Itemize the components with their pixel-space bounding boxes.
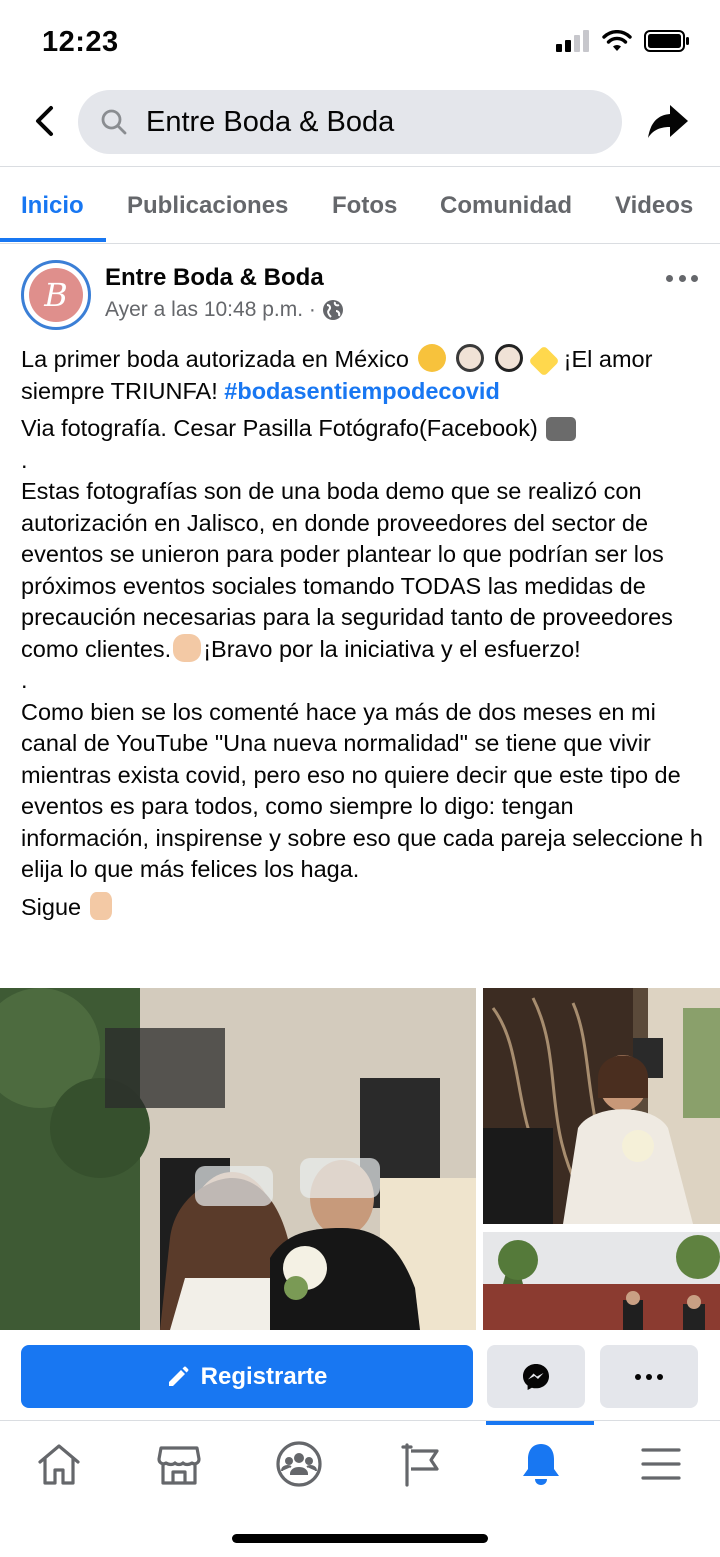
avatar[interactable]: B (21, 260, 91, 330)
register-label: Registrarte (200, 1362, 328, 1390)
tab-comunidad[interactable]: Comunidad (440, 192, 572, 220)
dot (666, 274, 673, 282)
bottom-navigation (0, 1420, 720, 1505)
garden-wall-photo (483, 1232, 720, 1330)
nav-menu[interactable] (636, 1439, 686, 1489)
heart-eyes-emoji-icon (417, 344, 446, 372)
search-query: Entre Boda & Boda (146, 105, 395, 138)
groups-icon (276, 1441, 322, 1487)
dot (646, 1373, 652, 1380)
cellular-signal-icon (556, 30, 589, 52)
dot (635, 1373, 641, 1380)
hashtag-link[interactable]: #bodasentiempodecovid (224, 378, 500, 404)
dot (657, 1373, 663, 1380)
search-input[interactable]: Entre Boda & Boda (78, 90, 622, 154)
share-arrow-icon (648, 105, 688, 138)
post-credit: Via fotografía. Cesar Pasilla Fotógrafo(… (21, 413, 703, 445)
post-paragraph-1: Estas fotografías son de una boda demo q… (21, 476, 703, 665)
post-options-button[interactable] (666, 268, 698, 288)
nav-groups[interactable] (274, 1439, 324, 1489)
credit-text: Via fotografía. Cesar Pasilla Fotógrafo(… (21, 415, 538, 441)
header-divider (0, 166, 720, 167)
tab-publicaciones[interactable]: Publicaciones (127, 192, 288, 220)
share-button[interactable] (644, 100, 692, 144)
tab-inicio[interactable]: Inicio (21, 192, 84, 220)
status-icons (556, 30, 690, 52)
intro-text: La primer boda autorizada en México (21, 346, 409, 372)
follow-text: Sigue (21, 893, 82, 920)
page-tabs: Inicio Publicaciones Fotos Comunidad Vid… (0, 168, 720, 244)
avatar-letter: B (44, 276, 68, 314)
active-tab-indicator (0, 238, 106, 242)
post-photo-tertiary[interactable] (483, 1232, 720, 1330)
paragraph-1-text: Estas fotografías son de una boda demo q… (21, 478, 673, 662)
search-icon (101, 109, 127, 135)
nav-notifications[interactable] (516, 1439, 566, 1489)
post-photo-secondary[interactable] (483, 988, 720, 1224)
messenger-icon (523, 1363, 549, 1390)
tab-fotos[interactable]: Fotos (332, 192, 397, 220)
sparkle-star-emoji-icon (528, 345, 560, 377)
tab-videos[interactable]: Videos (615, 192, 693, 220)
status-time: 12:23 (42, 26, 119, 58)
post-follow: Sigue (21, 891, 703, 924)
pointing-down-emoji-icon (89, 891, 112, 920)
notifications-bell-icon (523, 1444, 559, 1485)
globe-icon (322, 300, 343, 320)
page-action-bar: Registrarte (0, 1330, 720, 1420)
dot (691, 274, 698, 282)
pencil-icon (168, 1366, 189, 1386)
battery-icon (644, 30, 689, 52)
more-options-button[interactable] (600, 1345, 698, 1408)
home-icon (38, 1444, 80, 1485)
nav-marketplace[interactable] (154, 1439, 204, 1489)
bride-doorway-photo (483, 988, 720, 1224)
camera-flash-emoji-icon (546, 417, 577, 441)
tabs-divider (0, 243, 720, 244)
marketplace-icon (157, 1446, 201, 1485)
dot (678, 274, 686, 282)
wedding-couple-photo (0, 988, 476, 1330)
nav-pages[interactable] (396, 1439, 446, 1489)
post-separator: . (21, 667, 28, 693)
post-meta: Ayer a las 10:48 p.m. · (105, 298, 344, 322)
menu-icon (641, 1448, 681, 1480)
clapping-hands-emoji-icon (173, 633, 202, 662)
post-paragraph-2: Como bien se los comenté hace ya más de … (21, 698, 703, 883)
page-name[interactable]: Entre Boda & Boda (105, 264, 324, 292)
search-row: Entre Boda & Boda (0, 88, 720, 154)
register-button[interactable]: Registrarte (21, 1345, 473, 1408)
paragraph-1-tail: ¡Bravo por la iniciativa y el esfuerzo! (203, 635, 581, 662)
active-nav-indicator (486, 1421, 594, 1425)
chevron-left-icon (36, 106, 53, 136)
bride-emoji-icon (456, 344, 485, 372)
home-indicator[interactable] (232, 1534, 488, 1543)
messenger-button[interactable] (487, 1345, 585, 1408)
avatar-logo: B (29, 268, 83, 322)
status-bar: 12:23 (0, 0, 720, 86)
groom-emoji-icon (494, 344, 523, 372)
post-line-intro: La primer boda autorizada en México ¡El … (21, 344, 703, 407)
back-button[interactable] (24, 100, 64, 142)
pages-flag-icon (401, 1443, 439, 1487)
post-header: B Entre Boda & Boda Ayer a las 10:48 p.m… (0, 256, 720, 336)
post-timestamp[interactable]: Ayer a las 10:48 p.m. · (105, 298, 316, 322)
post-separator: . (21, 446, 28, 473)
nav-home[interactable] (34, 1439, 84, 1489)
wifi-icon (602, 30, 632, 51)
post-photo-main[interactable] (0, 988, 476, 1330)
post-text: La primer boda autorizada en México ¡El … (21, 344, 703, 923)
